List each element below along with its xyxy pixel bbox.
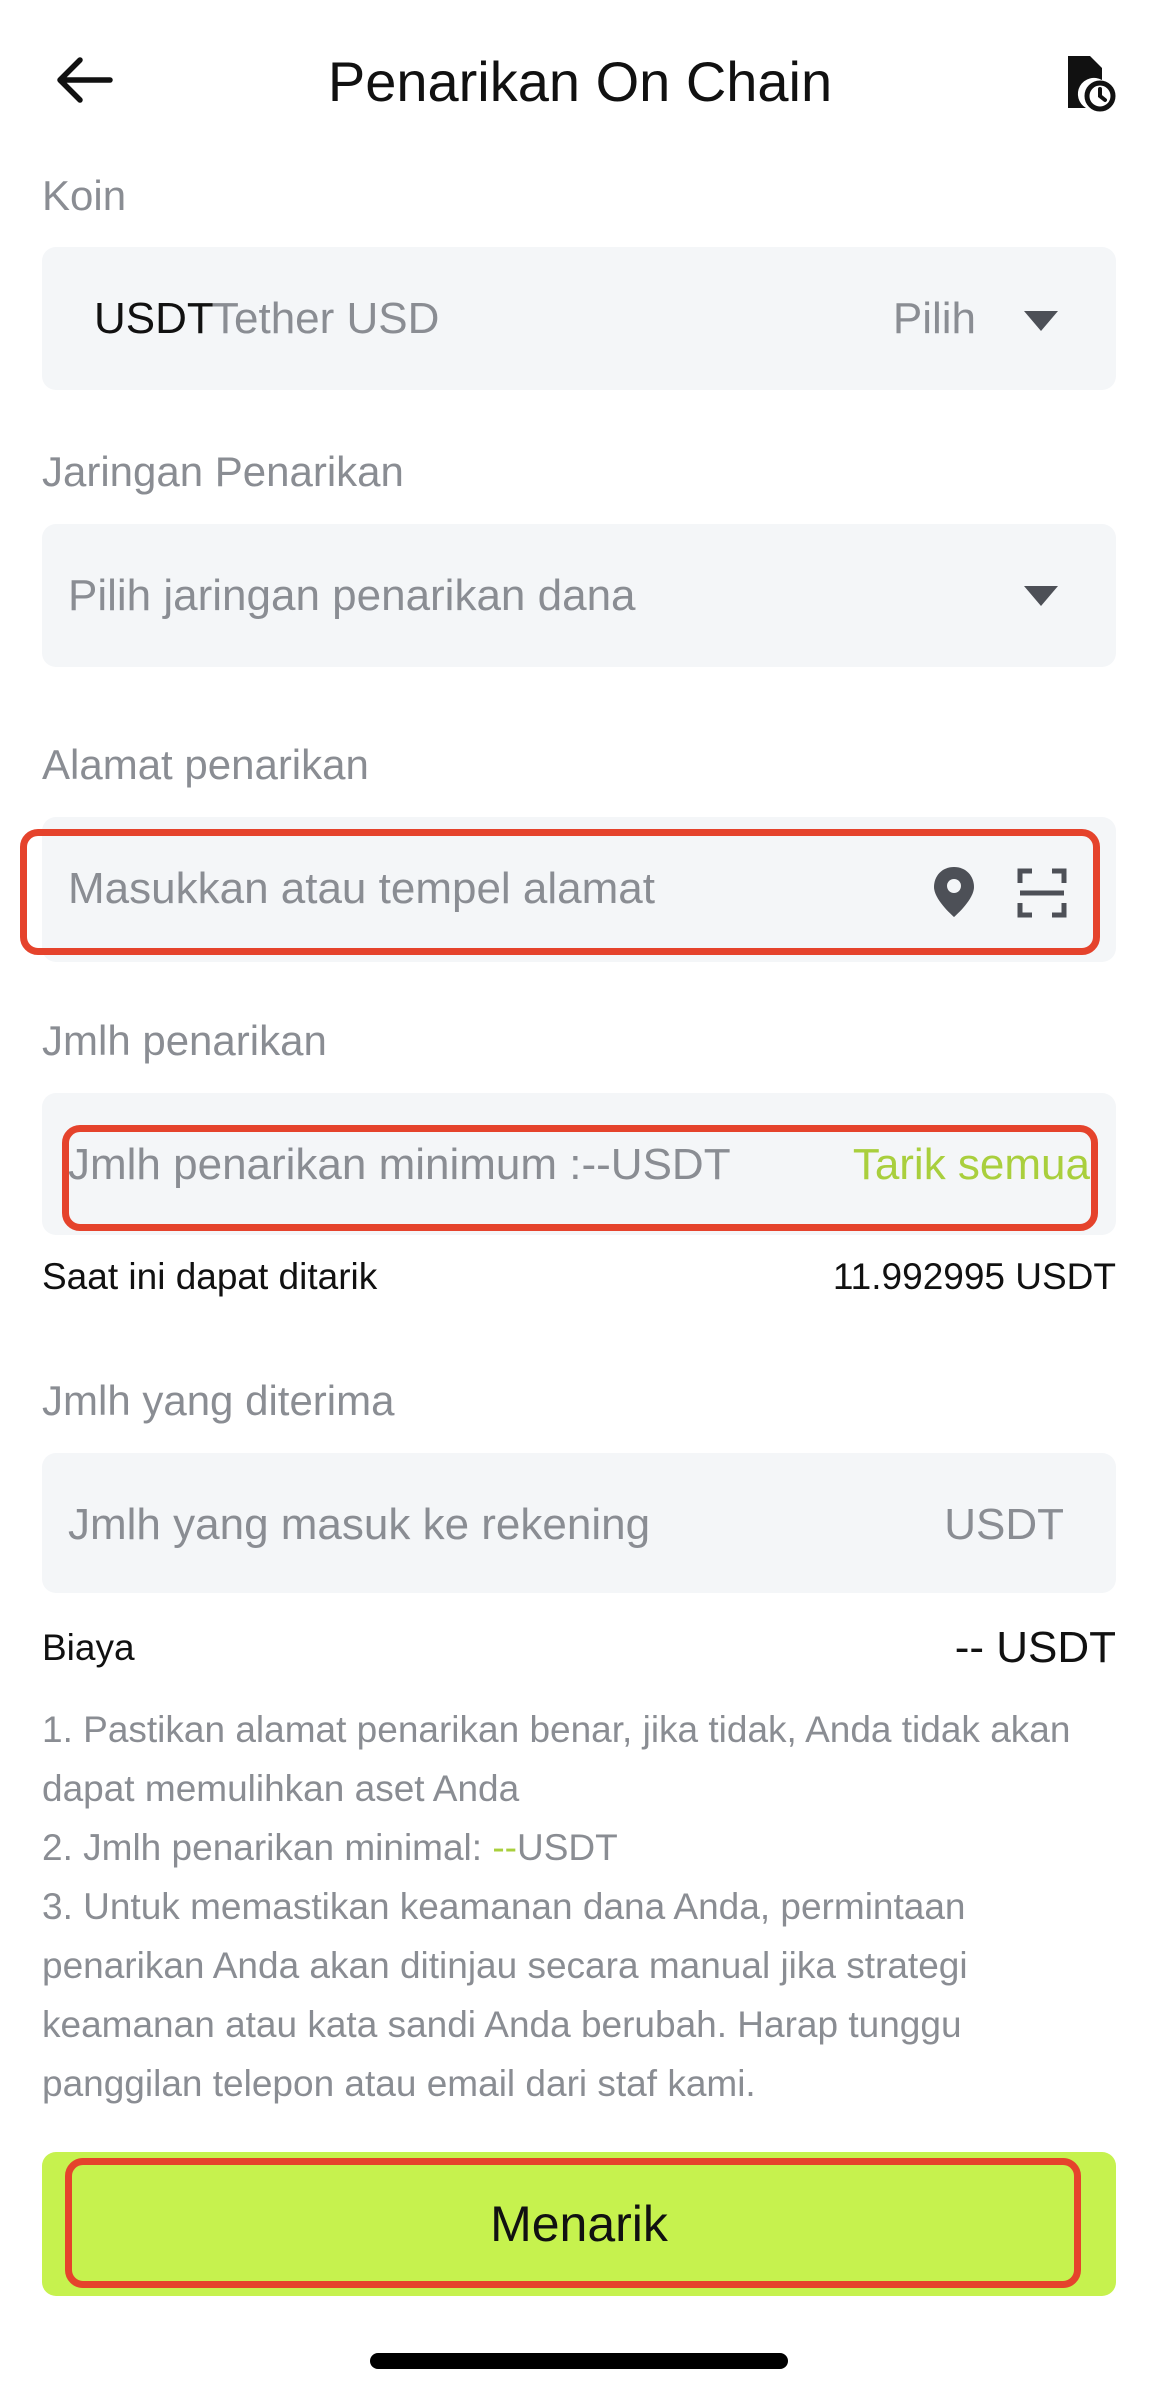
location-pin-icon: [934, 867, 974, 917]
address-label: Alamat penarikan: [42, 741, 369, 788]
available-label: Saat ini dapat ditarik: [42, 1256, 378, 1297]
coin-label: Koin: [42, 172, 127, 219]
history-document-icon: [1068, 56, 1116, 112]
receive-field: Jmlh yang masuk ke rekening USDT: [42, 1453, 1116, 1593]
fee-label: Biaya: [42, 1627, 135, 1668]
note-2-prefix: 2. Jmlh penarikan minimal:: [42, 1827, 493, 1868]
available-value: 11.992995 USDT: [832, 1256, 1116, 1297]
page-title: Penarikan On Chain: [327, 50, 833, 113]
receive-label: Jmlh yang diterima: [42, 1377, 395, 1424]
note-2-value: --: [492, 1827, 517, 1868]
address-book-button[interactable]: [930, 865, 978, 921]
header: Penarikan On Chain: [0, 0, 1160, 160]
amount-field: Tarik semua: [42, 1093, 1116, 1235]
scan-button[interactable]: [1016, 867, 1068, 919]
fee-row: Biaya -- USDT: [42, 1620, 1116, 1676]
withdrawal-notes: 1. Pastikan alamat penarikan benar, jika…: [42, 1700, 1122, 2113]
caret-down-icon: [1024, 586, 1058, 606]
note-1: 1. Pastikan alamat penarikan benar, jika…: [42, 1709, 1071, 1809]
amount-label: Jmlh penarikan: [42, 1017, 327, 1064]
withdraw-all-button[interactable]: Tarik semua: [853, 1137, 1090, 1193]
coin-selector[interactable]: USDT Tether USD Pilih: [42, 247, 1116, 390]
note-3: 3. Untuk memastikan keamanan dana Anda, …: [42, 1886, 968, 2104]
network-label: Jaringan Penarikan: [42, 448, 404, 495]
note-2: 2. Jmlh penarikan minimal: --USDT: [42, 1818, 1122, 1877]
coin-name: Tether USD: [212, 294, 440, 343]
withdraw-submit-button[interactable]: Menarik: [42, 2152, 1116, 2296]
coin-symbol: USDT: [94, 294, 214, 343]
coin-pick-label: Pilih: [892, 294, 976, 343]
home-indicator: [370, 2353, 788, 2369]
scan-icon: [1017, 868, 1067, 918]
history-button[interactable]: [1060, 52, 1116, 112]
amount-input[interactable]: [68, 1137, 838, 1193]
address-input[interactable]: [68, 861, 928, 917]
available-row: Saat ini dapat ditarik 11.992995 USDT: [42, 1252, 1116, 1302]
note-2-unit: USDT: [517, 1827, 618, 1868]
withdraw-page: Penarikan On Chain Koin USDT Tether USD …: [0, 0, 1160, 2392]
receive-unit: USDT: [944, 1500, 1064, 1549]
caret-down-icon: [1024, 311, 1058, 331]
receive-placeholder: Jmlh yang masuk ke rekening: [68, 1500, 651, 1549]
address-field: [42, 817, 1116, 962]
network-placeholder: Pilih jaringan penarikan dana: [68, 571, 636, 620]
network-selector[interactable]: Pilih jaringan penarikan dana: [42, 524, 1116, 667]
fee-value: -- USDT: [954, 1623, 1116, 1672]
